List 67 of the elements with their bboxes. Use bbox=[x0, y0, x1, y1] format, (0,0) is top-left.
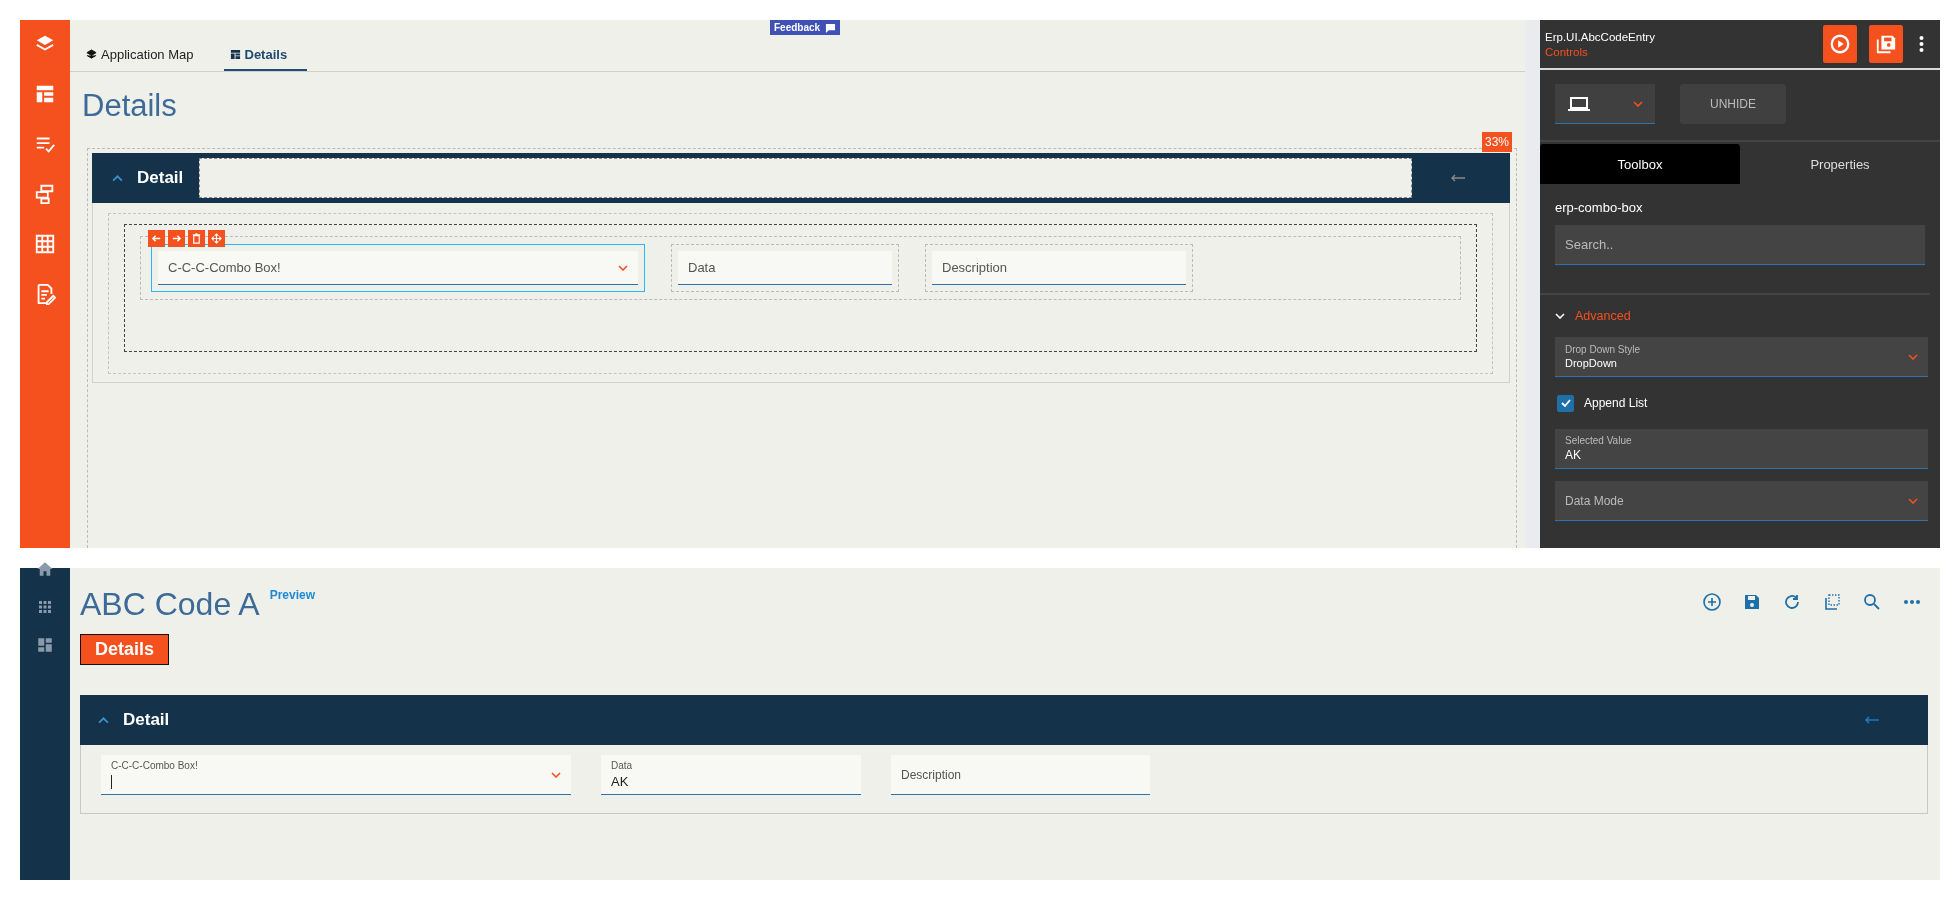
chevron-down-icon bbox=[1908, 353, 1918, 360]
chevron-down-icon bbox=[1555, 313, 1565, 319]
checkbox-label: Append List bbox=[1584, 396, 1648, 410]
chevron-down-icon bbox=[1633, 100, 1643, 107]
panel-title: Detail bbox=[137, 168, 185, 188]
component-title: Erp.UI.AbcCodeEntry bbox=[1545, 30, 1656, 43]
zoom-badge: 33% bbox=[1481, 132, 1512, 152]
tab[interactable]: Application Map bbox=[80, 47, 200, 71]
move-left-button[interactable] bbox=[148, 230, 165, 247]
flow-icon[interactable] bbox=[34, 183, 56, 205]
chevron-up-icon[interactable] bbox=[98, 716, 109, 724]
component-subtitle: Controls bbox=[1545, 45, 1589, 58]
component-name: erp-combo-box bbox=[1555, 200, 1644, 215]
dashboard-icon[interactable] bbox=[36, 636, 54, 654]
arrow-right-icon bbox=[171, 233, 182, 244]
save-button[interactable] bbox=[1869, 25, 1903, 63]
save-icon bbox=[1875, 33, 1897, 55]
apps-grid-icon[interactable] bbox=[36, 598, 54, 616]
layers-icon bbox=[86, 49, 97, 60]
page-title: ABC Code A bbox=[80, 586, 260, 623]
section-toggle[interactable]: Advanced bbox=[1540, 295, 1940, 337]
table-icon[interactable] bbox=[34, 233, 56, 255]
trash-icon bbox=[191, 233, 202, 244]
chat-icon bbox=[825, 22, 837, 33]
checkbox[interactable] bbox=[1557, 394, 1574, 412]
home-icon[interactable] bbox=[36, 560, 54, 578]
play-button[interactable] bbox=[1823, 25, 1857, 63]
layout-icon bbox=[229, 49, 241, 60]
refresh-icon[interactable] bbox=[1782, 592, 1802, 612]
tab[interactable]: Details bbox=[223, 47, 308, 71]
select-field[interactable]: Data Mode bbox=[1555, 481, 1928, 521]
feedback-button[interactable]: Feedback bbox=[770, 20, 841, 35]
move-button[interactable] bbox=[208, 230, 225, 247]
panel-title: Detail bbox=[123, 710, 171, 730]
chevron-up-icon[interactable] bbox=[112, 174, 123, 182]
laptop-icon bbox=[1567, 95, 1591, 112]
search-icon[interactable] bbox=[1862, 592, 1882, 612]
layout-icon[interactable] bbox=[34, 83, 56, 105]
chevron-down-icon bbox=[1908, 497, 1918, 504]
chevron-down-icon bbox=[551, 771, 561, 778]
more-icon[interactable] bbox=[1919, 36, 1924, 52]
arrow-left-icon[interactable] bbox=[1864, 715, 1880, 725]
text-field[interactable]: Description bbox=[932, 251, 1186, 285]
add-icon[interactable] bbox=[1702, 592, 1722, 612]
save-icon[interactable] bbox=[1742, 592, 1762, 612]
device-select[interactable] bbox=[1555, 84, 1655, 124]
arrow-left-icon bbox=[151, 233, 162, 244]
text-field[interactable]: Description bbox=[891, 755, 1150, 795]
preview-label: Preview bbox=[269, 588, 316, 602]
check-icon bbox=[1559, 397, 1572, 409]
move-right-button[interactable] bbox=[168, 230, 185, 247]
delete-button[interactable] bbox=[188, 230, 205, 247]
play-icon bbox=[1829, 33, 1851, 55]
tab[interactable]: Toolbox bbox=[1540, 144, 1740, 184]
copy-icon[interactable] bbox=[1822, 592, 1842, 612]
search-field[interactable]: Search.. bbox=[1555, 225, 1925, 265]
move-icon bbox=[211, 233, 222, 244]
arrow-left-icon[interactable] bbox=[1450, 173, 1466, 183]
combo-box[interactable]: C-C-C-Combo Box! bbox=[101, 755, 571, 795]
unhide-button[interactable]: UNHIDE bbox=[1680, 84, 1786, 124]
chevron-down-icon bbox=[618, 264, 628, 271]
text-field[interactable]: Data AK bbox=[601, 755, 861, 795]
text-field[interactable]: Selected Value AK bbox=[1555, 429, 1928, 469]
select-field[interactable]: Drop Down Style DropDown bbox=[1555, 337, 1928, 377]
page-title: Details bbox=[82, 87, 178, 125]
text-field[interactable]: Data bbox=[678, 251, 892, 285]
combo-box[interactable]: C-C-C-Combo Box! bbox=[158, 251, 638, 285]
